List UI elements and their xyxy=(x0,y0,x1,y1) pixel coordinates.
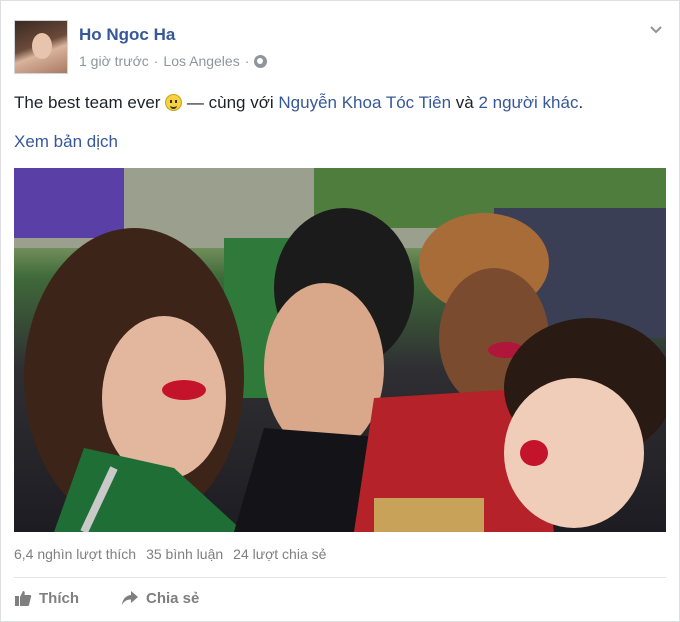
post-location[interactable]: Los Angeles xyxy=(163,53,239,69)
share-label: Chia sẻ xyxy=(146,589,200,607)
post-text-main: The best team ever xyxy=(14,93,161,112)
post-stats: 6,4 nghìn lượt thích 35 bình luận 24 lượ… xyxy=(14,546,326,562)
divider xyxy=(14,577,666,578)
post-photo[interactable] xyxy=(14,168,666,532)
post-meta: 1 giờ trước · Los Angeles · xyxy=(79,53,268,69)
shares-count[interactable]: 24 lượt chia sẻ xyxy=(233,546,326,562)
meta-separator: · xyxy=(244,53,250,69)
post-time[interactable]: 1 giờ trước xyxy=(79,53,149,69)
meta-separator: · xyxy=(153,53,159,69)
comments-count[interactable]: 35 bình luận xyxy=(146,546,223,562)
post-text-end: . xyxy=(578,93,584,112)
see-translation-link[interactable]: Xem bản dịch xyxy=(14,132,118,152)
author-name[interactable]: Ho Ngoc Ha xyxy=(79,25,175,45)
share-button[interactable]: Chia sẻ xyxy=(121,589,199,607)
likes-count[interactable]: 6,4 nghìn lượt thích xyxy=(14,546,136,562)
post-text-with: — cùng với xyxy=(182,93,279,112)
chevron-down-icon[interactable] xyxy=(649,23,663,37)
post-actions: Thích Chia sẻ xyxy=(14,589,199,607)
photo-illustration xyxy=(14,168,666,532)
tagged-others-link[interactable]: 2 người khác xyxy=(478,93,578,112)
post-text: The best team ever — cùng với Nguyễn Kho… xyxy=(14,93,583,113)
avatar[interactable] xyxy=(14,20,68,74)
like-label: Thích xyxy=(39,589,79,607)
like-button[interactable]: Thích xyxy=(14,589,79,607)
post-text-and: và xyxy=(451,93,479,112)
tagged-user-link[interactable]: Nguyễn Khoa Tóc Tiên xyxy=(278,93,451,112)
thumbs-up-icon xyxy=(15,591,32,606)
share-arrow-icon xyxy=(122,591,138,605)
globe-icon[interactable] xyxy=(254,54,268,68)
smiley-icon xyxy=(165,94,183,111)
post-card: Ho Ngoc Ha 1 giờ trước · Los Angeles · T… xyxy=(0,0,680,622)
